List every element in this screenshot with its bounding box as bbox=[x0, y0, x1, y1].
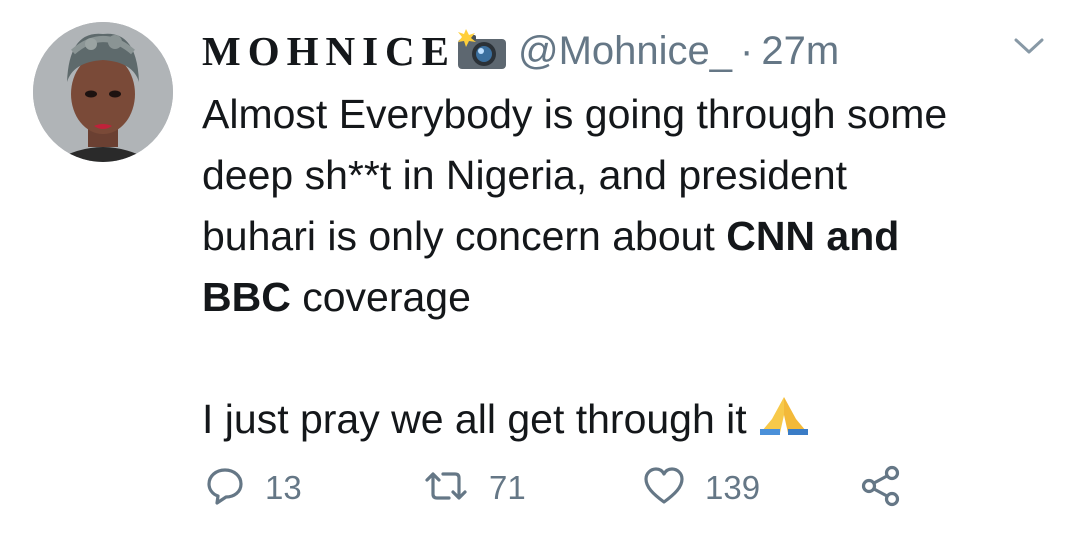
tweet-line: I just pray we all get through it bbox=[202, 389, 1042, 454]
heart-icon bbox=[643, 466, 685, 511]
tweet-text-segment: buhari is only concern about bbox=[202, 213, 727, 259]
like-count: 139 bbox=[705, 469, 761, 506]
retweet-button[interactable]: 71 bbox=[423, 462, 526, 514]
share-icon bbox=[860, 465, 902, 512]
share-button[interactable] bbox=[860, 462, 902, 514]
tweet-line: BBC coverage bbox=[202, 267, 1042, 328]
camera-with-flash-icon bbox=[456, 27, 508, 76]
tweet-line: Almost Everybody is going through some bbox=[202, 91, 948, 137]
tweet-line: deep sh**t in Nigeria, and president bbox=[202, 152, 848, 198]
reply-count: 13 bbox=[265, 469, 302, 506]
reply-button[interactable]: 13 bbox=[205, 462, 302, 514]
tweet-text-bold: BBC bbox=[202, 274, 291, 320]
display-name[interactable]: MOHNICE bbox=[202, 27, 456, 75]
retweet-count: 71 bbox=[489, 469, 526, 506]
folded-hands-icon bbox=[758, 393, 810, 454]
chevron-down-icon[interactable] bbox=[1012, 34, 1046, 58]
reply-icon bbox=[205, 466, 245, 511]
tweet-line: buhari is only concern about CNN and bbox=[202, 206, 1042, 267]
like-button[interactable]: 139 bbox=[643, 462, 760, 514]
tweet-text-segment: I just pray we all get through it bbox=[202, 396, 747, 442]
tweet-text: Almost Everybody is going through some d… bbox=[202, 84, 1042, 454]
avatar[interactable] bbox=[33, 22, 173, 162]
user-handle[interactable]: @Mohnice_ bbox=[518, 29, 732, 74]
retweet-icon bbox=[423, 466, 469, 511]
tweet-actions: 13 71 139 bbox=[205, 462, 925, 514]
tweet-header: MOHNICE @Mohnice_ · 27m bbox=[202, 26, 839, 76]
tweet-text-segment: coverage bbox=[290, 274, 471, 320]
timestamp[interactable]: 27m bbox=[761, 29, 839, 74]
tweet-text-bold: CNN and bbox=[726, 213, 900, 259]
separator-dot: · bbox=[740, 28, 754, 73]
